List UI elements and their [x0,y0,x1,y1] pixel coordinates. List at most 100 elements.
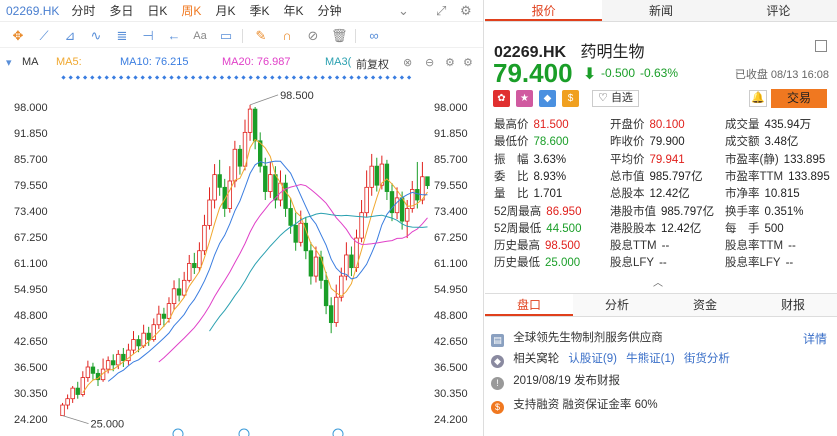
settings-icon[interactable]: ⚙ [460,3,472,19]
stat-label: 昨收价 [610,136,645,149]
hide-icon[interactable]: ⊘ [305,28,321,44]
event-marker [334,75,340,80]
y-tick-label-left: 73.400 [14,206,48,218]
line-tool-icon[interactable]: ⟋ [36,28,52,44]
tag-badge-icon[interactable]: ◆ [539,90,556,107]
text-tool-icon[interactable]: Aa [192,30,208,42]
period-tab-daily[interactable]: 日K [147,2,167,19]
stat-value: -- [661,240,670,253]
trade-button[interactable]: 交易 [771,89,827,108]
collapse-icon[interactable]: ▾ [6,56,12,69]
fib-tool-icon[interactable]: ≣ [114,28,130,44]
tab-comments[interactable]: 评论 [720,0,837,21]
ma10-value: MA10: 76.215 [120,56,189,68]
event-marker [406,75,412,80]
trash-icon[interactable]: 🗑 [331,28,348,44]
candle-body [339,275,344,298]
gear-icon[interactable]: ⚙ [445,56,455,69]
stat-row: 开盘价 80.100 [610,116,685,132]
bell-icon[interactable]: 🔔 [749,90,767,107]
event-marker [320,75,325,80]
detail-link[interactable]: 详情 [803,330,827,347]
warrants-label: 相关窝轮 [513,353,560,365]
tab-financials[interactable]: 财报 [749,294,837,316]
stat-row: 市净率 10.815 [725,185,800,201]
event-marker [363,75,369,80]
candle-body [237,148,243,167]
stock-name: 药明生物 [580,44,645,61]
channel-tool-icon[interactable]: ⊿ [62,28,78,44]
dollar-badge-icon[interactable]: $ [562,90,579,107]
street-analysis-link[interactable]: 街货分析 [684,353,730,365]
candle-body [288,208,293,226]
star-badge-icon[interactable]: ★ [516,90,533,107]
cbbc-link[interactable]: 牛熊证(1) [626,353,675,365]
period-tab-intraday[interactable]: 分时 [71,2,95,19]
event-marker [118,75,124,80]
stat-label: 每 手 [725,222,760,235]
stat-label: 委 比 [494,170,529,183]
document-icon: ▤ [491,334,504,347]
event-marker [342,75,347,80]
event-marker [378,75,383,80]
tab-funds[interactable]: 资金 [661,294,749,316]
period-tab-quarterly[interactable]: 季K [249,2,269,19]
candle-body [192,263,197,269]
stat-row: 成交额 3.48亿 [725,133,798,149]
warrants-link[interactable]: 认股证(9) [568,353,617,365]
period-tab-minute[interactable]: 分钟 [317,2,341,19]
comment-tool-icon[interactable]: ▭ [218,28,234,44]
magnet-icon[interactable]: ∩ [279,28,295,43]
stat-label: 成交量 [725,119,760,131]
menu-icon[interactable] [815,40,827,52]
candle-body [176,288,182,296]
range-tool-icon[interactable]: ⊣ [140,28,156,44]
add-watchlist-button[interactable]: ♡ 自选 [592,90,639,107]
candle-body [217,174,222,188]
period-tab-yearly[interactable]: 年K [283,2,303,19]
y-tick-label-right: 24.200 [434,414,468,426]
period-tab-monthly[interactable]: 月K [215,2,235,19]
last-price: 79.400 [493,58,573,88]
chevron-up-icon[interactable]: ︿ [653,274,663,289]
stat-label: 量 比 [494,188,529,201]
tab-news[interactable]: 新闻 [602,0,719,21]
chevron-down-icon[interactable]: ⌄ [398,3,409,19]
tab-quote[interactable]: 报价 [485,0,603,21]
event-marker [104,75,109,80]
event-marker [284,75,289,80]
detail-tabs: 盘口 分析 资金 财报 [485,293,837,317]
candle-body [141,332,146,347]
event-marker [219,75,225,80]
expand-icon[interactable]: ⤢ [436,3,446,19]
link-icon[interactable]: ∞ [366,28,382,43]
candle-body [415,189,420,201]
period-tab-weekly[interactable]: 周K [181,2,201,19]
pen-icon[interactable]: ✎ [253,28,269,44]
stat-label: 港股市值 [610,205,656,218]
toolbar-divider [242,28,243,43]
event-marker [198,75,203,80]
stat-row: 股息TTM -- [610,237,669,253]
tab-analysis[interactable]: 分析 [573,294,661,316]
candle-body [75,387,80,395]
tab-orderbook[interactable]: 盘口 [485,294,573,316]
ma30-value: MA3( [325,56,352,68]
minus-icon[interactable]: ⊖ [425,56,434,69]
y-tick-label-left: 42.650 [14,336,48,348]
period-tab-multiday[interactable]: 多日 [109,2,133,19]
arrow-tool-icon[interactable]: ← [166,28,182,43]
event-marker [162,75,167,80]
market-status: 已收盘 08/13 16:08 [734,69,829,81]
hk-flag-icon[interactable]: ✿ [493,90,510,107]
event-marker [97,75,102,80]
settings-icon[interactable]: ⚙ [463,56,473,69]
stat-row: 52周最高 86.950 [494,203,581,219]
event-marker [298,75,304,80]
wave-tool-icon[interactable]: ∿ [88,28,104,44]
candle-body [70,387,75,400]
candle-body [404,208,410,222]
kline-chart[interactable]: 98.000 98.000 91.850 91.850 85.700 85.700 79.5… [0,70,484,436]
crosshair-icon[interactable]: ✥ [10,28,26,44]
close-icon[interactable]: ⊗ [403,56,412,69]
